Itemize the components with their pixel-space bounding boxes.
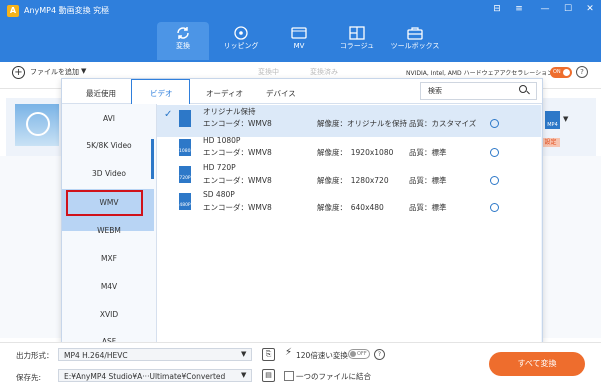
preset-name: SD 480P (203, 190, 235, 199)
tab-convert-label: 変換 (176, 42, 190, 50)
convert-all-button[interactable]: すべて変換 (489, 352, 585, 376)
tab-convert[interactable]: 変換 (157, 22, 209, 60)
hw-toggle-knob (563, 69, 570, 76)
tab-collage-label: コラージュ (339, 42, 375, 50)
tab-converted[interactable]: 変換済み (310, 67, 338, 77)
hw-accel-label: NVIDIA, Intel, AMD ハードウェアアクセラレーション (406, 70, 554, 77)
gear-icon[interactable] (490, 203, 499, 212)
preset-quality: 品質：標準 (409, 203, 447, 212)
format-item-5k8k[interactable]: 5K/8K Video (62, 133, 156, 159)
lightning-icon: ⚡ (285, 347, 293, 358)
app-logo-icon: A (7, 5, 19, 17)
check-icon: ✓ (164, 109, 173, 120)
tab-video-label: ビデオ (150, 89, 173, 98)
format-item-webm[interactable]: WEBM (62, 218, 156, 244)
speed-toggle-knob (350, 351, 356, 357)
chevron-down-icon[interactable]: ▼ (241, 371, 246, 379)
format-item-3d[interactable]: 3D Video (62, 161, 156, 187)
hw-info-icon[interactable]: ? (576, 66, 588, 78)
menu-icon[interactable]: ≡ (512, 3, 526, 15)
preset-encoder: エンコーダ：WMV8 (203, 148, 272, 157)
format-dropdown-arrow[interactable]: ▼ (563, 115, 568, 123)
minimize-button[interactable]: — (538, 3, 552, 15)
gear-icon[interactable] (490, 119, 499, 128)
format-list-scrollbar[interactable] (151, 139, 154, 179)
tab-ripping-label: リッピング (223, 42, 259, 50)
folder-icon[interactable]: ▤ (262, 369, 275, 382)
hw-toggle-text: ON (553, 69, 561, 75)
chevron-down-icon[interactable]: ▼ (241, 350, 246, 358)
speed-toggle-text: OFF (357, 351, 367, 357)
preset-video-icon: 1080P (179, 139, 191, 156)
preset-quality: 品質：カスタマイズ (409, 119, 477, 128)
search-placeholder: 検索 (428, 87, 442, 95)
maximize-button[interactable]: ☐ (561, 3, 575, 15)
settings-badge[interactable]: 設定 (541, 138, 560, 147)
disc-icon (234, 26, 248, 40)
format-item-xvid[interactable]: XVID (62, 302, 156, 328)
output-format-icon[interactable]: MP4 (545, 111, 560, 129)
preset-name: HD 1080P (203, 136, 241, 145)
tab-device[interactable]: デバイス (266, 88, 296, 99)
app-title: AnyMP4 動画変換 究極 (24, 6, 110, 15)
preset-video-icon: 720P (179, 166, 191, 183)
save-to-label: 保存先: (16, 373, 42, 382)
format-item-m4v[interactable]: M4V (62, 274, 156, 300)
add-file-dropdown-arrow[interactable]: ▼ (81, 67, 86, 75)
format-item-mxf[interactable]: MXF (62, 246, 156, 272)
preset-name: HD 720P (203, 163, 236, 172)
preset-resolution: 解像度：オリジナルを保持 (317, 119, 407, 128)
save-path-select[interactable]: E:¥AnyMP4 Studio¥A···Ultimate¥Converted (58, 369, 252, 382)
output-format-select[interactable]: MP4 H.264/HEVC (58, 348, 252, 361)
tab-ripping[interactable]: リッピング (215, 22, 267, 60)
mv-icon (291, 27, 307, 39)
merge-checkbox[interactable] (284, 371, 294, 381)
speed-info-icon[interactable]: ? (374, 349, 385, 360)
tab-toolbox-label: ツールボックス (390, 42, 440, 50)
speed-label: 120倍速い変換 (296, 351, 348, 360)
tab-mv[interactable]: MV (273, 22, 325, 60)
tab-mv-label: MV (293, 42, 305, 50)
output-format-label: 出力形式： (16, 351, 54, 360)
format-item-avi[interactable]: AVI (62, 106, 156, 132)
preset-video-icon (179, 110, 191, 127)
preset-resolution: 解像度： 1920x1080 (317, 148, 394, 157)
wmv-highlight-box (66, 190, 143, 216)
preset-quality: 品質：標準 (409, 148, 447, 157)
tab-converting[interactable]: 変換中 (258, 67, 279, 77)
preset-encoder: エンコーダ：WMV8 (203, 176, 272, 185)
preset-video-icon: 480P (179, 193, 191, 210)
tab-toolbox[interactable]: ツールボックス (389, 22, 441, 60)
collage-icon (349, 26, 365, 40)
preset-quality: 品質：標準 (409, 176, 447, 185)
feedback-icon[interactable]: ⊟ (490, 3, 504, 15)
preset-encoder: エンコーダ：WMV8 (203, 203, 272, 212)
gear-icon[interactable] (490, 148, 499, 157)
preset-resolution: 解像度： 1280x720 (317, 176, 389, 185)
tab-collage[interactable]: コラージュ (331, 22, 383, 60)
preset-name: オリジナル保持 (203, 107, 256, 116)
add-file-plus-icon[interactable]: + (12, 66, 25, 79)
add-file-button[interactable]: ファイルを追加 (30, 67, 79, 77)
close-button[interactable]: ✕ (583, 3, 597, 15)
merge-label: 一つのファイルに結合 (296, 372, 371, 381)
toolbox-icon (407, 27, 423, 40)
preset-resolution: 解像度： 640x480 (317, 203, 384, 212)
copy-profile-icon[interactable]: ⎘ (262, 348, 275, 361)
preset-encoder: エンコーダ：WMV8 (203, 119, 272, 128)
ferris-wheel-image (26, 112, 50, 136)
tab-recent[interactable]: 最近使用 (86, 88, 116, 99)
gear-icon[interactable] (490, 176, 499, 185)
tab-audio[interactable]: オーディオ (206, 88, 243, 99)
convert-icon (177, 27, 189, 39)
